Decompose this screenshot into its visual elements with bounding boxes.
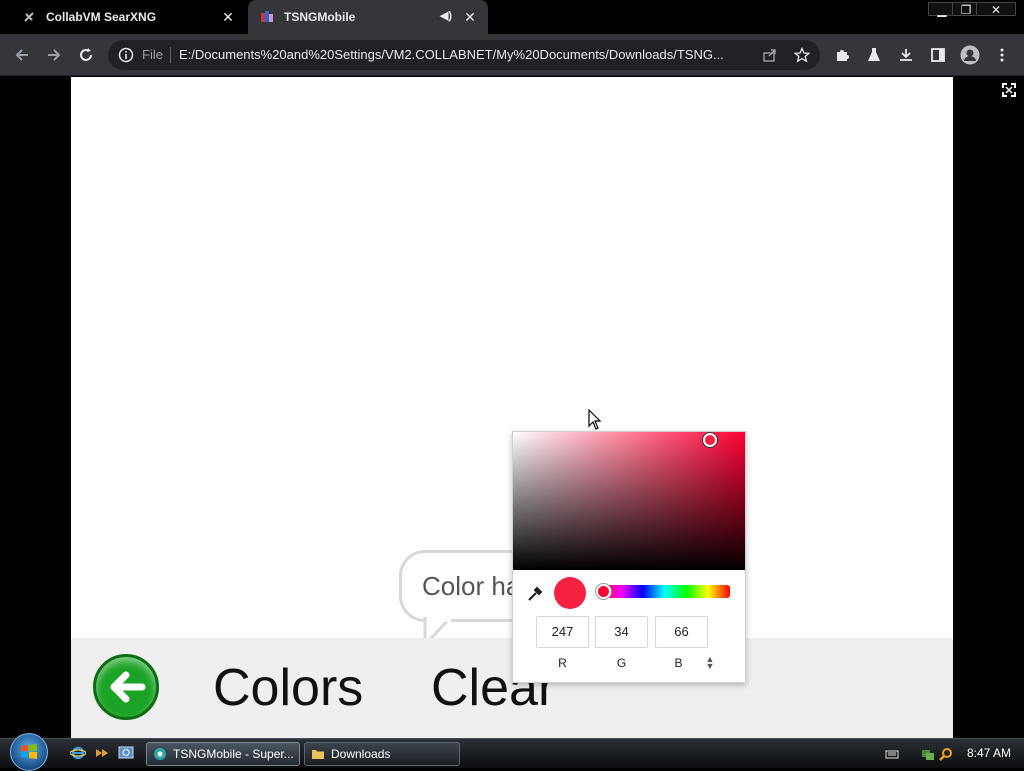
close-tab-icon[interactable]: ✕ [220,9,236,25]
fullscreen-icon[interactable] [1001,82,1017,98]
network-icon[interactable] [921,747,935,761]
green-label: G [616,656,627,670]
info-icon[interactable] [118,47,134,63]
saturation-value-area[interactable] [513,432,745,570]
kebab-menu-icon[interactable] [992,45,1012,65]
windows-logo-icon [21,744,37,759]
red-value-input[interactable]: 247 [536,616,589,648]
tab-title: TSNGMobile [284,10,356,24]
url-text[interactable]: E:/Documents%20and%20Settings/VM2.COLLAB… [179,47,749,62]
tab-collabvm-searxng[interactable]: CollabVM SearXNG ✕ [10,0,246,34]
green-value-input[interactable]: 34 [595,616,648,648]
blue-value-input[interactable]: 66 [655,616,708,648]
red-label: R [558,656,567,670]
blue-label: B [674,656,683,670]
left-arrow-icon [110,671,146,703]
tab-tsngmobile[interactable]: TSNGMobile ◀) ✕ [248,0,488,34]
colors-button[interactable]: Colors [213,658,363,718]
keyboard-icon[interactable] [885,747,899,761]
eyedropper-icon[interactable] [526,585,544,603]
labs-flask-icon[interactable] [864,45,884,65]
omnibox-divider [170,47,171,63]
tab-title: CollabVM SearXNG [46,10,157,24]
searxng-favicon [22,10,36,24]
hue-slider-handle[interactable] [596,584,611,599]
download-icon[interactable] [896,45,916,65]
media-player-icon[interactable] [94,745,110,761]
close-tab-icon[interactable]: ✕ [462,9,478,25]
close-window-button[interactable]: ✕ [976,2,1016,17]
hue-slider[interactable] [599,585,730,598]
folder-icon [312,750,324,759]
side-panel-icon[interactable] [928,45,948,65]
taskbar-item-tsngmobile[interactable]: TSNGMobile - Super... [146,742,300,766]
task-label: TSNGMobile - Super... [173,747,294,761]
address-bar[interactable]: File E:/Documents%20and%20Settings/VM2.C… [108,40,820,70]
app-canvas[interactable]: Color ha Colors Clear 247 34 66 R G B ▲ … [71,77,953,738]
profile-avatar-icon[interactable] [960,45,980,65]
tsng-favicon [260,10,274,24]
show-desktop-icon[interactable] [118,745,134,761]
back-button[interactable] [93,654,159,720]
windows-taskbar: TSNGMobile - Super... Downloads 8:47 AM [0,733,1024,771]
start-button[interactable] [10,733,48,771]
tab-strip: CollabVM SearXNG ✕ TSNGMobile ◀) ✕ ▁ ❐ ✕ [0,0,1024,34]
color-picker-popup: 247 34 66 R G B ▲ ▼ [512,431,746,683]
search-tray-icon[interactable] [939,747,953,761]
current-color-swatch [554,577,586,609]
back-arrow-icon[interactable] [12,45,32,65]
task-label: Downloads [331,747,391,761]
hint-text: Color ha [422,571,521,601]
system-clock[interactable]: 8:47 AM [967,746,1011,760]
saturation-value-handle[interactable] [703,433,717,447]
chrome-icon [154,748,166,760]
taskbar-item-downloads[interactable]: Downloads [304,742,460,766]
internet-explorer-icon[interactable] [70,745,86,761]
forward-arrow-icon[interactable] [44,45,64,65]
extensions-icon[interactable] [832,45,852,65]
speaker-icon[interactable]: ◀) [440,9,452,22]
format-toggle-icon[interactable]: ▲ ▼ [705,655,715,671]
scheme-label: File [142,47,163,62]
share-icon[interactable] [760,45,780,65]
reload-icon[interactable] [76,45,96,65]
bookmark-star-icon[interactable] [792,45,812,65]
browser-toolbar: File E:/Documents%20and%20Settings/VM2.C… [0,34,1024,76]
browser-viewport: Color ha Colors Clear 247 34 66 R G B ▲ … [0,77,1024,738]
mouse-pointer-icon [588,409,602,430]
